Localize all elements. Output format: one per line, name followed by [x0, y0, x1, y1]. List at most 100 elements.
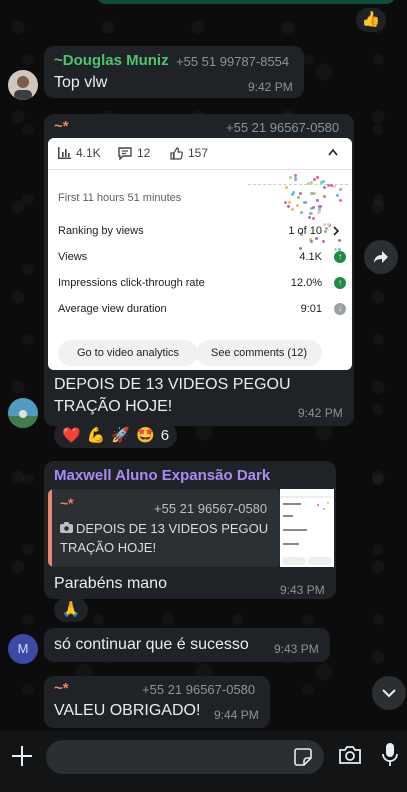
trend-up-icon: ↑ — [334, 251, 346, 263]
scatter-dot — [333, 247, 337, 251]
heart-reaction: ❤️ — [62, 427, 81, 444]
metric-value-ctr: 12.0% — [290, 277, 322, 289]
scatter-dot — [299, 246, 303, 250]
avatar-douglas[interactable] — [8, 70, 38, 100]
chevron-up-icon[interactable] — [328, 148, 338, 156]
trend-up-icon: ↑ — [334, 277, 346, 289]
ranking-value: 1 of 10 — [288, 225, 322, 237]
trend-down-icon: ↓ — [334, 303, 346, 315]
microphone-icon[interactable] — [382, 742, 398, 768]
scatter-dot — [315, 237, 319, 241]
sender-phone: +55 21 96567-0580 — [226, 120, 340, 135]
sender-name[interactable]: ~* — [54, 680, 69, 697]
quote-phone: +55 21 96567-0580 — [154, 501, 268, 516]
metric-value-duration: 9:01 — [300, 303, 322, 315]
metric-label-views: Views — [58, 251, 88, 263]
quote-accent-bar — [48, 489, 52, 567]
sticker-icon[interactable] — [294, 748, 312, 766]
quote-sender: ~* — [60, 495, 74, 511]
youtube-analytics-image[interactable]: 4.1K 12 157 First 11 hours 51 minutes Ra… — [48, 138, 352, 370]
message-text: só continuar que é sucesso — [54, 636, 249, 653]
forward-icon — [374, 251, 388, 263]
likes-stat-value: 157 — [188, 146, 209, 160]
chevron-down-icon — [382, 688, 396, 697]
quote-thumbnail — [280, 489, 334, 567]
scatter-dot — [325, 227, 328, 231]
message-valeu[interactable]: ~* +55 21 96567-0580 VALEU OBRIGADO! 9:4… — [44, 676, 270, 728]
scatter-dot — [300, 211, 304, 215]
message-time: 9:42 PM — [298, 406, 343, 420]
comments-stat: 12 — [118, 146, 150, 160]
scatter-dot — [307, 182, 311, 186]
reactions-bar[interactable]: ❤️ 💪 🚀 🤩 6 — [54, 422, 178, 448]
scatter-dot — [318, 209, 322, 213]
views-stat-value: 4.1K — [76, 146, 101, 160]
scatter-dot — [285, 185, 289, 189]
scroll-down-button[interactable] — [372, 676, 406, 710]
chevron-right-icon[interactable] — [333, 226, 340, 236]
scatter-dot — [312, 177, 316, 181]
scatter-dot — [322, 186, 326, 189]
thumbs-up-reaction: 👍 — [361, 11, 381, 28]
scatter-dot — [310, 240, 314, 244]
plus-icon[interactable] — [11, 745, 33, 767]
quote-text: DEPOIS DE 13 VIDEOS PEGOU TRAÇÃO HOJE! — [60, 521, 269, 555]
forward-button[interactable] — [364, 240, 398, 274]
quoted-message[interactable]: ~* +55 21 96567-0580 DEPOIS DE 13 VIDEOS… — [48, 489, 280, 567]
metric-value-views: 4.1K — [299, 251, 322, 263]
message-douglas[interactable]: ~Douglas Muniz +55 51 99787-8554 Top vlw… — [44, 46, 304, 98]
sender-name[interactable]: Maxwell Aluno Expansão Dark — [54, 467, 270, 484]
scatter-dot — [322, 240, 326, 244]
composer-bar — [0, 730, 407, 792]
metric-label-duration: Average view duration — [58, 303, 167, 315]
comment-icon — [118, 146, 132, 160]
scatter-dot — [308, 215, 312, 219]
sender-name[interactable]: ~Douglas Muniz — [54, 52, 169, 69]
scatter-dot — [332, 185, 336, 189]
scatter-dot — [291, 191, 295, 194]
avatar-sender[interactable] — [8, 398, 38, 428]
card-divider — [48, 169, 352, 170]
thumbs-up-icon — [170, 146, 183, 160]
message-text: DEPOIS DE 13 VIDEOS PEGOU TRAÇÃO HOJE! — [54, 376, 291, 415]
scatter-dot — [288, 175, 292, 179]
message-input[interactable] — [46, 740, 324, 774]
views-stat: 4.1K — [58, 146, 101, 160]
avatar-m[interactable]: M — [8, 634, 38, 664]
go-to-analytics-button[interactable]: Go to video analytics — [58, 340, 198, 366]
scatter-dot — [312, 216, 316, 220]
message-continuar[interactable]: só continuar que é sucesso 9:43 PM — [44, 628, 330, 662]
scatter-dot — [291, 207, 294, 211]
scatter-dot — [323, 223, 327, 227]
star-struck-reaction: 🤩 — [136, 427, 155, 444]
rocket-reaction: 🚀 — [111, 427, 131, 444]
message-text: VALEU OBRIGADO! — [54, 702, 201, 719]
camera-icon[interactable] — [338, 745, 362, 765]
scatter-dot — [302, 201, 306, 205]
pray-reaction-pill[interactable]: 🙏 — [54, 598, 88, 622]
previous-message-reaction[interactable]: 👍 — [356, 8, 386, 32]
views-scatter-thumbnail — [244, 174, 344, 254]
scatter-dot — [323, 230, 327, 234]
scatter-dot — [293, 176, 297, 180]
scatter-dot — [316, 175, 320, 179]
likes-stat: 157 — [170, 146, 208, 160]
previous-message-bubble[interactable] — [96, 0, 396, 4]
sender-name[interactable]: ~* — [54, 118, 69, 135]
message-time: 9:44 PM — [214, 708, 259, 722]
sender-phone: +55 51 99787-8554 — [176, 54, 290, 69]
scatter-dot — [286, 205, 290, 209]
scatter-dot — [322, 195, 326, 199]
scatter-dot — [284, 201, 288, 205]
see-comments-button[interactable]: See comments (12) — [196, 340, 322, 366]
pray-reaction: 🙏 — [61, 601, 81, 618]
user-photo-icon — [8, 398, 38, 428]
scatter-dot — [296, 203, 300, 207]
comments-stat-value: 12 — [137, 146, 151, 160]
muscle-reaction: 💪 — [86, 427, 106, 444]
scatter-dot — [335, 194, 339, 198]
scatter-dot — [337, 239, 341, 243]
scatter-dot — [310, 180, 314, 184]
message-text: Top vlw — [54, 74, 108, 91]
period-label: First 11 hours 51 minutes — [58, 192, 182, 204]
